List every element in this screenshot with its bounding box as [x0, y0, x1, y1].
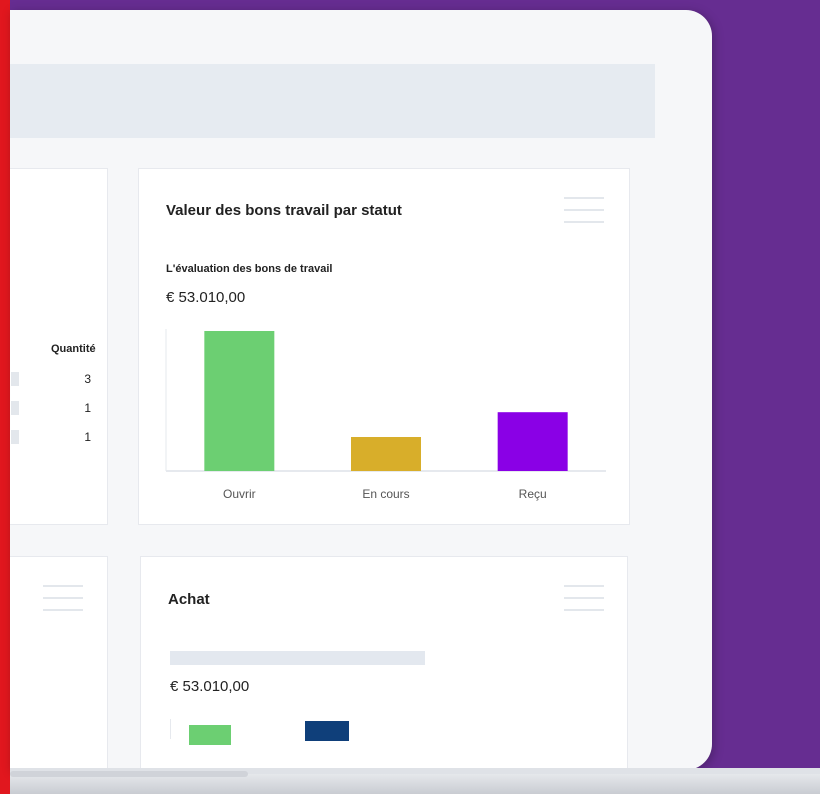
hamburger-menu-icon[interactable] [43, 585, 83, 611]
work-orders-value-card: Valeur des bons travail par statut L'éva… [138, 168, 630, 525]
x-tick-label: Ouvrir [223, 487, 256, 501]
horizontal-scrollbar[interactable] [10, 771, 248, 777]
work-orders-bar-chart: Ouvrir En cours Reçu [165, 329, 606, 501]
bottom-left-card [10, 556, 108, 770]
bar-ouvrir [204, 331, 275, 471]
x-tick-label: En cours [362, 487, 409, 501]
header-bar [10, 64, 655, 138]
card-title: Valeur des bons travail par statut [166, 202, 402, 219]
bar-reçu [497, 412, 568, 471]
bar-navy [305, 721, 349, 741]
placeholder-bar [170, 651, 425, 665]
quantity-card: Quantité 3 1 1 [10, 168, 108, 525]
laptop-screen: Quantité 3 1 1 Valeur des bons travail p… [10, 10, 712, 770]
hamburger-menu-icon[interactable] [564, 197, 604, 223]
x-tick-label: Reçu [519, 487, 547, 501]
quantity-value: 1 [84, 401, 91, 415]
quantity-column-header: Quantité [51, 343, 96, 355]
purchase-card: Achat € 53.010,00 [140, 556, 628, 770]
quantity-value: 3 [84, 372, 91, 386]
purchase-amount: € 53.010,00 [170, 678, 250, 695]
bar-en-cours [351, 437, 421, 471]
bar-green [189, 725, 231, 745]
chart-subtitle: L'évaluation des bons de travail [166, 263, 333, 275]
y-axis [170, 719, 171, 739]
row-bar [11, 401, 19, 415]
card-title: Achat [168, 591, 210, 608]
hamburger-menu-icon[interactable] [564, 585, 604, 611]
row-bar [11, 430, 19, 444]
red-accent-strip [0, 0, 10, 794]
total-amount: € 53.010,00 [166, 289, 246, 306]
row-bar [11, 372, 19, 386]
quantity-value: 1 [84, 430, 91, 444]
